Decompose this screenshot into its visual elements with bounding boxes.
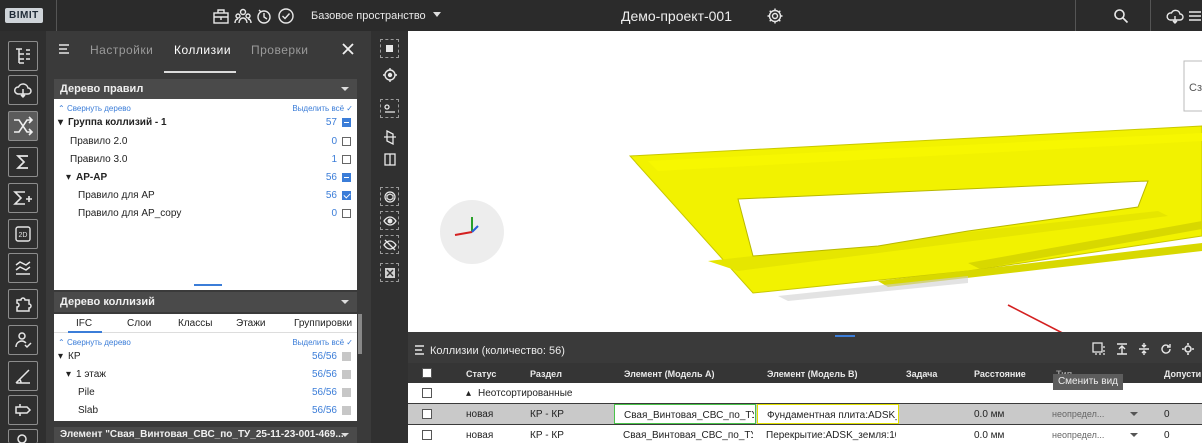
column-distance[interactable]: Расстояние	[974, 369, 1026, 379]
cell-section: КР - КР	[530, 409, 564, 420]
cell-element-a-text: Свая_Винтовая_СВС_по_ТУ_	[624, 410, 754, 421]
chevron-down-icon[interactable]	[1130, 412, 1138, 416]
row-checkbox[interactable]	[422, 409, 432, 419]
align-top-icon[interactable]	[1115, 342, 1129, 356]
column-tolerance[interactable]: Допусти	[1164, 369, 1201, 379]
resize-handle[interactable]	[835, 335, 855, 337]
cell-tolerance[interactable]: 0	[1164, 430, 1170, 441]
split-icon[interactable]	[1137, 342, 1151, 356]
tooltip: Сменить вид	[1053, 374, 1123, 390]
type-select[interactable]: неопредел...	[1052, 430, 1104, 440]
cell-element-a[interactable]: Свая_Винтовая_СВС_по_ТУ_	[623, 430, 753, 441]
table-row[interactable]: новая КР - КР Свая_Винтовая_СВС_по_ТУ_ П…	[408, 425, 1202, 445]
refresh-icon[interactable]	[1159, 342, 1173, 356]
cell-section: КР - КР	[530, 430, 564, 441]
cell-status: новая	[466, 430, 494, 441]
cell-element-b[interactable]: Перекрытие:ADSK_земля:10	[766, 430, 896, 441]
cell-distance: 0.0 мм	[974, 409, 1005, 420]
gear-icon[interactable]	[1181, 342, 1195, 356]
group-label: Неотсортированные	[478, 388, 573, 399]
chevron-down-icon[interactable]	[1130, 433, 1138, 437]
column-element-b[interactable]: Элемент (Модель В)	[767, 369, 858, 379]
column-section[interactable]: Раздел	[530, 369, 562, 379]
column-task[interactable]: Задача	[906, 369, 937, 379]
column-element-a[interactable]: Элемент (Модель А)	[624, 369, 715, 379]
type-select[interactable]: неопредел...	[1052, 409, 1104, 419]
collapse-caret-icon[interactable]: ▴	[466, 388, 471, 399]
table-row[interactable]: новая КР - КР Свая_Винтовая_СВС_по_ТУ_ Ф…	[408, 404, 1202, 424]
cell-status: новая	[466, 409, 494, 420]
select-all-checkbox[interactable]	[422, 368, 432, 378]
collisions-count-title: Коллизии (количество: 56)	[430, 345, 565, 357]
cell-element-b-text: Фундаментная плита:ADSK_	[767, 410, 897, 421]
cell-distance: 0.0 мм	[974, 430, 1005, 441]
group-checkbox[interactable]	[422, 388, 432, 398]
cell-element-a[interactable]: Свая_Винтовая_СВС_по_ТУ_	[614, 404, 756, 424]
change-view-icon[interactable]	[1092, 342, 1106, 356]
cell-element-b[interactable]: Фундаментная плита:ADSK_	[757, 404, 899, 424]
column-status[interactable]: Статус	[466, 369, 496, 379]
cell-tolerance[interactable]: 0	[1164, 409, 1170, 420]
menu-icon[interactable]	[414, 344, 426, 356]
row-checkbox[interactable]	[422, 430, 432, 440]
